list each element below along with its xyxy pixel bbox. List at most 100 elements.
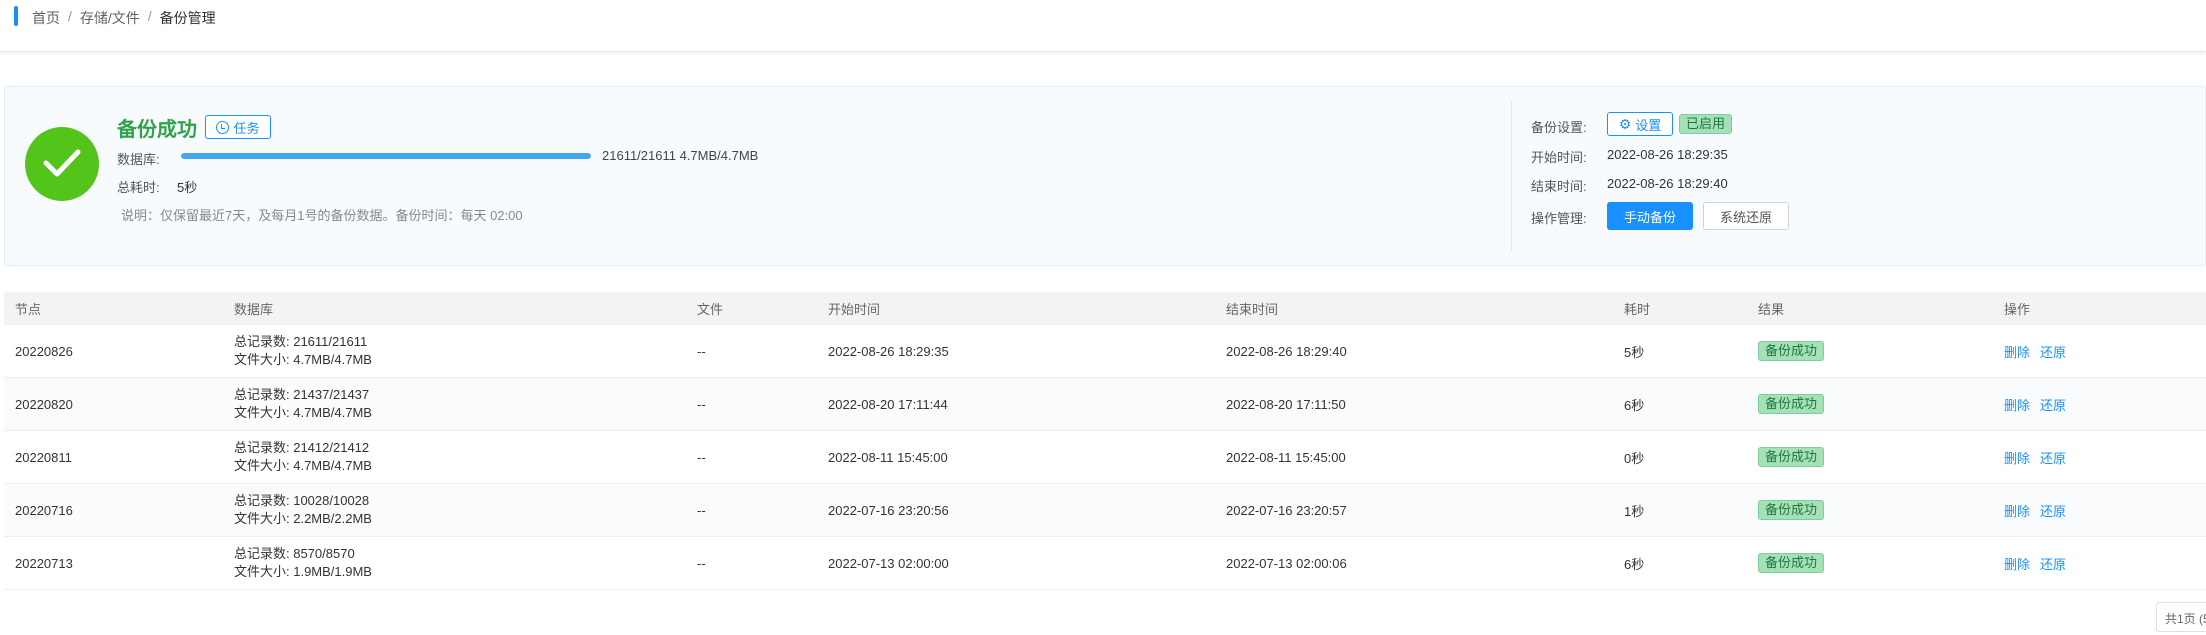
table-row: 20220716 总记录数: 10028/10028 文件大小: 2.2MB/2.… [4,484,2206,537]
result-badge: 备份成功 [1758,341,1825,361]
cell-size: 文件大小: 4.7MB/4.7MB [234,352,372,367]
cell-node: 20220826 [15,343,73,359]
start-time-value: 2022-08-26 18:29:35 [1607,147,1728,162]
backup-note: 说明：仅保留最近7天，及每月1号的备份数据。备份时间：每天 02:00 [121,208,523,223]
header-file: 文件 [697,302,724,317]
cell-file: -- [697,502,706,518]
summary-divider [1511,101,1512,251]
cell-size: 文件大小: 2.2MB/2.2MB [234,511,372,526]
cell-result: 备份成功 [1758,394,1825,414]
cell-node: 20220811 [15,449,72,465]
header-start-time: 开始时间 [828,302,881,317]
table-row: 20220713 总记录数: 8570/8570 文件大小: 1.9MB/1.9M… [4,537,2206,590]
delete-link[interactable]: 删除 [2004,504,2030,519]
cell-end-time: 2022-08-11 15:45:00 [1226,449,1346,465]
delete-link[interactable]: 删除 [2004,557,2030,572]
cell-size: 文件大小: 4.7MB/4.7MB [234,405,372,420]
cell-file: -- [697,555,706,571]
breadcrumb-current: 备份管理 [159,10,216,26]
cell-result: 备份成功 [1758,341,1825,361]
header-result: 结果 [1758,302,1785,317]
database-label: 数据库: [117,152,160,167]
cell-result: 备份成功 [1758,447,1825,467]
progress-text: 21611/21611 4.7MB/4.7MB [602,148,759,163]
restore-link[interactable]: 还原 [2040,557,2066,572]
header-duration: 耗时 [1624,302,1651,317]
total-time-value: 5秒 [177,180,198,195]
cell-node: 20220713 [15,555,73,571]
cell-actions: 删除 还原 [2004,342,2076,361]
backup-progress-fill [181,153,591,159]
cell-duration: 0秒 [1624,450,1645,466]
task-button[interactable]: 任务 [205,115,271,139]
end-time-value: 2022-08-26 18:29:40 [1607,176,1728,191]
cell-duration: 1秒 [1624,503,1645,519]
table-header: 节点 数据库 文件 开始时间 结束时间 耗时 结果 操作 [4,292,2206,325]
cell-start-time: 2022-07-13 02:00:00 [828,555,949,571]
cell-result: 备份成功 [1758,553,1825,573]
breadcrumb-separator: / [147,8,152,24]
header-end-time: 结束时间 [1226,302,1279,317]
top-header: 首页 / 存储/文件 / 备份管理 [0,0,2206,52]
restore-link[interactable]: 还原 [2040,504,2066,519]
table-row: 20220811 总记录数: 21412/21412 文件大小: 4.7MB/4.… [4,431,2206,484]
result-badge: 备份成功 [1758,500,1825,520]
cell-duration: 6秒 [1624,397,1645,413]
cell-actions: 删除 还原 [2004,554,2076,573]
breadcrumb-storage[interactable]: 存储/文件 [80,8,140,28]
delete-link[interactable]: 删除 [2004,398,2030,413]
breadcrumb-separator: / [68,8,72,24]
table-row: 20220820 总记录数: 21437/21437 文件大小: 4.7MB/4.… [4,378,2206,431]
cell-file: -- [697,449,706,465]
result-badge: 备份成功 [1758,553,1825,573]
cell-size: 文件大小: 4.7MB/4.7MB [234,458,372,473]
cell-file: -- [697,343,706,359]
enabled-badge: 已启用 [1679,114,1733,134]
cell-database: 总记录数: 8570/8570 文件大小: 1.9MB/1.9MB [234,545,372,581]
cell-actions: 删除 还原 [2004,448,2076,467]
total-time-label: 总耗时: [117,180,160,195]
delete-link[interactable]: 删除 [2004,345,2030,360]
cell-start-time: 2022-08-20 17:11:44 [828,396,948,412]
cell-actions: 删除 还原 [2004,501,2076,520]
cell-start-time: 2022-08-26 18:29:35 [828,343,949,359]
system-restore-button[interactable]: 系统还原 [1703,202,1789,230]
cell-database: 总记录数: 21611/21611 文件大小: 4.7MB/4.7MB [234,333,372,369]
cell-start-time: 2022-07-16 23:20:56 [828,502,949,518]
header-database: 数据库 [234,302,274,317]
result-badge: 备份成功 [1758,447,1825,467]
operations-label: 操作管理: [1531,211,1587,226]
restore-link[interactable]: 还原 [2040,345,2066,360]
settings-button[interactable]: ⚙ 设置 [1607,112,1673,136]
cell-end-time: 2022-08-26 18:29:40 [1226,343,1347,359]
result-badge: 备份成功 [1758,394,1825,414]
gear-icon: ⚙ [1618,115,1632,132]
backup-progress-bar [181,153,591,159]
backup-table: 节点 数据库 文件 开始时间 结束时间 耗时 结果 操作 20220826 总记… [4,292,2206,590]
cell-records: 总记录数: 21611/21611 [234,334,368,349]
settings-button-label: 设置 [1635,117,1662,133]
cell-actions: 删除 还原 [2004,395,2076,414]
cell-database: 总记录数: 10028/10028 文件大小: 2.2MB/2.2MB [234,492,372,528]
end-time-label: 结束时间: [1531,179,1587,194]
restore-link[interactable]: 还原 [2040,398,2066,413]
restore-link[interactable]: 还原 [2040,451,2066,466]
cell-file: -- [697,396,706,412]
cell-records: 总记录数: 21437/21437 [234,387,370,402]
breadcrumb: 首页 / 存储/文件 / 备份管理 [32,8,216,28]
cell-duration: 5秒 [1624,344,1645,360]
start-time-label: 开始时间: [1531,150,1587,165]
pagination-total: 共1页 (5 [2156,602,2206,632]
manual-backup-button[interactable]: 手动备份 [1607,202,1693,230]
table-row: 20220826 总记录数: 21611/21611 文件大小: 4.7MB/4.… [4,325,2206,378]
cell-result: 备份成功 [1758,500,1825,520]
breadcrumb-home[interactable]: 首页 [32,8,60,28]
cell-duration: 6秒 [1624,556,1645,572]
backup-summary-card: 备份成功 任务 数据库: 21611/21611 4.7MB/4.7MB 总耗时… [4,86,2206,266]
cell-database: 总记录数: 21437/21437 文件大小: 4.7MB/4.7MB [234,386,372,422]
delete-link[interactable]: 删除 [2004,451,2030,466]
cell-end-time: 2022-07-13 02:00:06 [1226,555,1347,571]
task-button-label: 任务 [233,120,260,136]
success-check-icon [25,127,99,201]
header-actions: 操作 [2004,302,2031,317]
